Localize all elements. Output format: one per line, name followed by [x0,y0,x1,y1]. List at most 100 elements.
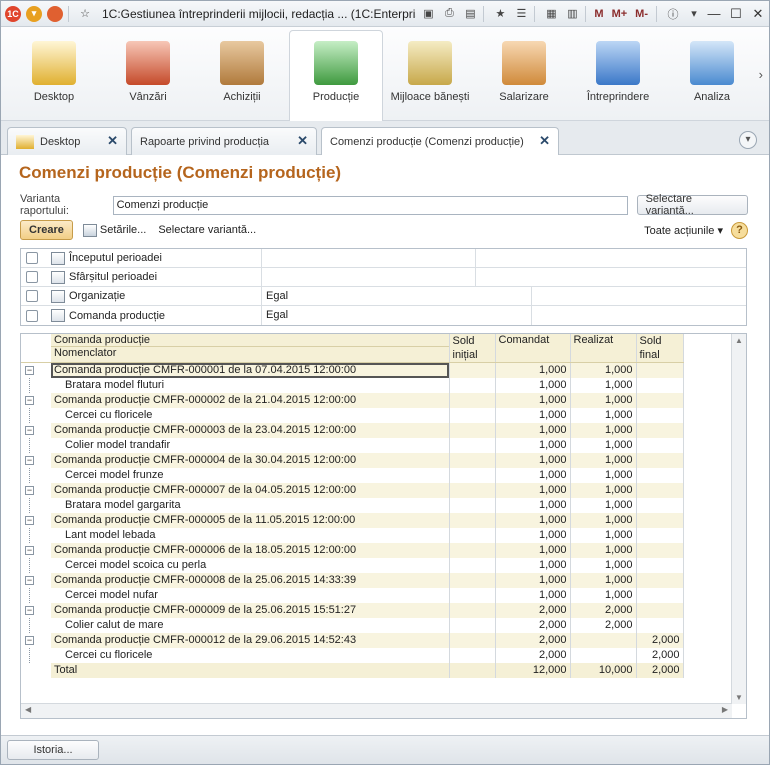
close-icon[interactable]: ✕ [539,133,550,149]
comandat-cell[interactable]: 1,000 [495,572,571,588]
sold-final-cell[interactable] [636,452,684,468]
sold-final-cell[interactable] [636,542,684,558]
section-desktop[interactable]: Desktop [7,31,101,119]
print-icon[interactable]: ⎙ [440,5,458,23]
sold-final-cell[interactable] [636,617,684,633]
sold-final-cell[interactable] [636,572,684,588]
create-button[interactable]: Creare [20,220,73,240]
order-group-row[interactable]: − Comanda producție CMFR-000001 de la 07.… [21,362,731,378]
home-icon[interactable] [46,5,64,23]
sold-initial-cell[interactable] [449,392,496,408]
filter-checkbox[interactable] [26,271,38,283]
realizat-cell[interactable]: 1,000 [570,512,637,528]
sold-final-cell[interactable] [636,482,684,498]
sold-final-cell[interactable] [636,497,684,513]
comandat-cell[interactable]: 1,000 [495,437,571,453]
order-name-cell[interactable]: Comanda producție CMFR-000002 de la 21.0… [51,392,450,408]
order-name-cell[interactable]: Comanda producție CMFR-000009 de la 25.0… [51,602,450,618]
realizat-cell[interactable]: 1,000 [570,467,637,483]
total-row[interactable]: Total 12,000 10,000 2,000 [21,662,731,678]
item-row[interactable]: Cercei model frunze 1,000 1,000 [21,467,731,483]
comandat-cell[interactable]: 2,000 [495,617,571,633]
realizat-cell[interactable]: 1,000 [570,407,637,423]
app-logo-icon[interactable]: 1C [4,5,22,23]
realizat-cell[interactable]: 1,000 [570,572,637,588]
comandat-cell[interactable]: 1,000 [495,362,571,378]
comandat-cell[interactable]: 1,000 [495,527,571,543]
sold-initial-cell[interactable] [449,377,496,393]
preview-icon[interactable]: ▤ [461,5,479,23]
filter-value-cell[interactable] [531,287,746,306]
sold-final-cell[interactable] [636,377,684,393]
sold-initial-cell[interactable] [449,437,496,453]
sold-final-cell[interactable] [636,407,684,423]
item-name-cell[interactable]: Colier calut de mare [51,617,450,633]
sold-initial-cell[interactable] [449,482,496,498]
comandat-cell[interactable]: 1,000 [495,497,571,513]
collapse-icon[interactable]: − [25,515,34,525]
realizat-cell[interactable]: 2,000 [570,617,637,633]
filter-value-cell[interactable] [261,268,476,287]
all-actions-menu[interactable]: Toate acțiunile ▾ [644,224,723,237]
sold-initial-cell[interactable] [449,647,496,663]
close-icon[interactable]: ✕ [297,133,308,149]
realizat-cell[interactable]: 1,000 [570,557,637,573]
item-name-cell[interactable]: Cercei model scoica cu perla [51,557,450,573]
item-row[interactable]: Cercei cu floricele 2,000 2,000 [21,647,731,663]
collapse-icon[interactable]: − [25,485,34,495]
filter-checkbox[interactable] [26,309,38,322]
sold-final-cell[interactable] [636,587,684,603]
realizat-cell[interactable]: 1,000 [570,422,637,438]
close-button[interactable]: ✕ [747,4,769,24]
item-row[interactable]: Bratara model fluturi 1,000 1,000 [21,377,731,393]
realizat-cell[interactable] [570,632,637,648]
item-row[interactable]: Lant model lebada 1,000 1,000 [21,527,731,543]
realizat-cell[interactable] [570,647,637,663]
comandat-cell[interactable]: 1,000 [495,512,571,528]
comandat-cell[interactable]: 1,000 [495,467,571,483]
sold-final-cell[interactable] [636,362,684,378]
order-group-row[interactable]: − Comanda producție CMFR-000005 de la 11.… [21,512,731,528]
realizat-cell[interactable]: 1,000 [570,362,637,378]
order-group-row[interactable]: − Comanda producție CMFR-000008 de la 25.… [21,572,731,588]
sold-initial-cell[interactable] [449,527,496,543]
filter-checkbox[interactable] [26,252,38,264]
minimize-button[interactable]: — [703,4,725,24]
sold-initial-cell[interactable] [449,407,496,423]
realizat-cell[interactable]: 1,000 [570,497,637,513]
sold-initial-cell[interactable] [449,632,496,648]
sold-final-cell[interactable] [636,557,684,573]
item-name-cell[interactable]: Lant model lebada [51,527,450,543]
realizat-cell[interactable]: 1,000 [570,452,637,468]
vertical-scrollbar[interactable]: ▲ ▼ [731,334,746,704]
collapse-icon[interactable]: − [25,605,34,615]
collapse-icon[interactable]: − [25,425,34,435]
order-group-row[interactable]: − Comanda producție CMFR-000009 de la 25.… [21,602,731,618]
order-name-cell[interactable]: Comanda producție CMFR-000012 de la 29.0… [51,632,450,648]
order-group-row[interactable]: − Comanda producție CMFR-000003 de la 23.… [21,422,731,438]
report-spreadsheet[interactable]: Comanda producție Nomenclator Sold iniția… [20,333,747,719]
realizat-cell[interactable]: 1,000 [570,587,637,603]
memory-minus-button[interactable]: M- [635,8,648,20]
sold-initial-cell[interactable] [449,542,496,558]
order-group-row[interactable]: − Comanda producție CMFR-000012 de la 29.… [21,632,731,648]
sold-initial-cell[interactable] [449,557,496,573]
item-row[interactable]: Cercei model nufar 1,000 1,000 [21,587,731,603]
item-name-cell[interactable]: Colier model trandafir [51,437,450,453]
sold-final-cell[interactable] [636,437,684,453]
section-analysis[interactable]: Analiza [665,31,759,119]
sold-initial-cell[interactable] [449,497,496,513]
filter-checkbox[interactable] [26,290,38,302]
sold-initial-cell[interactable] [449,452,496,468]
item-row[interactable]: Colier calut de mare 2,000 2,000 [21,617,731,633]
comandat-cell[interactable]: 1,000 [495,452,571,468]
comandat-cell[interactable]: 2,000 [495,632,571,648]
calculator-icon[interactable]: ▦ [542,5,560,23]
order-name-cell[interactable]: Comanda producție CMFR-000005 de la 11.0… [51,512,450,528]
tab-production-orders[interactable]: Comenzi producție (Comenzi producție) ✕ [321,127,559,156]
realizat-cell[interactable]: 1,000 [570,482,637,498]
total-realizat[interactable]: 10,000 [570,662,637,678]
order-group-row[interactable]: − Comanda producție CMFR-000007 de la 04.… [21,482,731,498]
scroll-up-icon[interactable]: ▲ [732,336,746,345]
memory-plus-button[interactable]: M+ [612,8,628,20]
